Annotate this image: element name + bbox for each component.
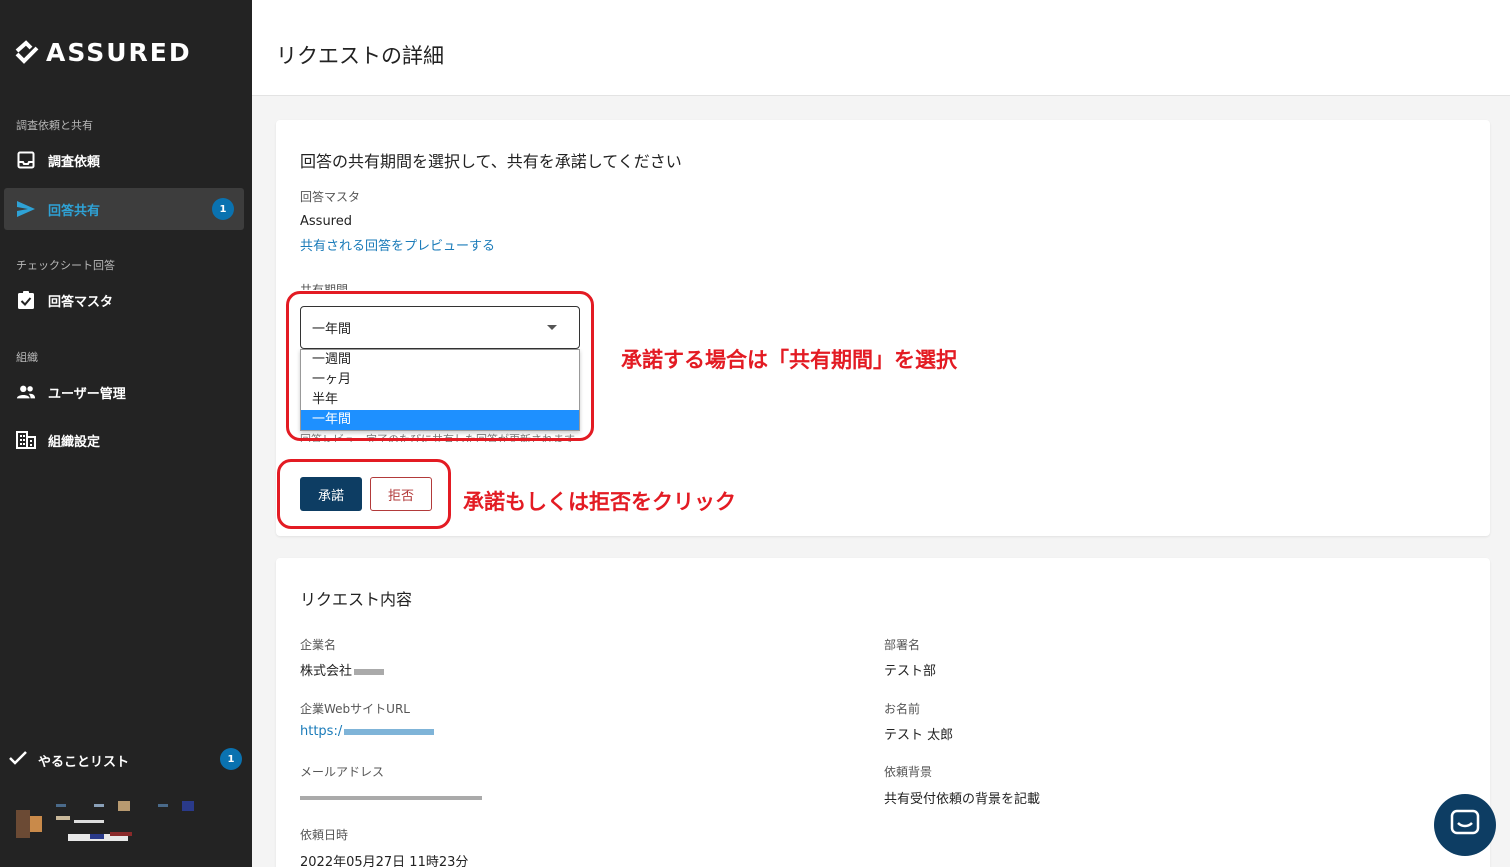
department-label: 部署名 bbox=[884, 638, 921, 652]
background-value: 共有受付依頼の背景を記載 bbox=[884, 792, 1041, 807]
request-date-label: 依頼日時 bbox=[300, 828, 349, 842]
chat-support-button[interactable] bbox=[1434, 794, 1496, 856]
request-details-card: リクエスト内容 企業名 株式会社 部署名 テスト部 企業WebサイトURL ht… bbox=[276, 558, 1490, 867]
share-card-title: 回答の共有期間を選択して、共有を承諾してください bbox=[300, 152, 682, 171]
page-title: リクエストの詳細 bbox=[276, 44, 444, 68]
request-date-value: 2022年05月27日 11時23分 bbox=[300, 855, 469, 867]
website-link[interactable]: https:/ bbox=[300, 724, 435, 739]
share-period-label: 共有期間 bbox=[300, 283, 349, 290]
brand-name: ASSURED bbox=[46, 38, 192, 67]
send-icon bbox=[16, 199, 36, 219]
annotation-box-select bbox=[286, 291, 594, 441]
notification-badge: 1 bbox=[212, 198, 234, 220]
redacted-text bbox=[344, 728, 435, 735]
name-label: お名前 bbox=[884, 702, 921, 716]
name-value: テスト 太郎 bbox=[884, 728, 954, 743]
annotation-select-note: 承諾する場合は「共有期間」を選択 bbox=[621, 348, 957, 372]
todo-badge: 1 bbox=[220, 748, 242, 770]
building-icon bbox=[16, 430, 36, 450]
page-header: リクエストの詳細 bbox=[252, 0, 1510, 96]
user-account-redacted[interactable] bbox=[16, 798, 206, 846]
sidebar-item-requests[interactable]: 調査依頼 bbox=[4, 139, 244, 181]
company-label: 企業名 bbox=[300, 638, 337, 652]
section-label-checksheet: チェックシート回答 bbox=[16, 259, 115, 272]
sidebar-item-label: 回答共有 bbox=[48, 203, 101, 219]
department-value: テスト部 bbox=[884, 664, 937, 679]
checkmark-icon bbox=[8, 750, 28, 770]
section-label-org: 組織 bbox=[16, 351, 38, 364]
preview-answers-link[interactable]: 共有される回答をプレビューする bbox=[300, 235, 495, 254]
email-label: メールアドレス bbox=[300, 765, 385, 779]
annotation-box-buttons bbox=[277, 459, 451, 529]
brand-logo[interactable]: ASSURED bbox=[14, 38, 192, 67]
sidebar-item-label: 組織設定 bbox=[48, 434, 101, 450]
company-name: 株式会社 bbox=[300, 664, 353, 679]
section-label-request: 調査依頼と共有 bbox=[16, 119, 93, 132]
sidebar-item-user-management[interactable]: ユーザー管理 bbox=[4, 371, 244, 413]
website-label: 企業WebサイトURL bbox=[300, 702, 410, 716]
answer-master-label: 回答マスタ bbox=[300, 190, 361, 204]
sidebar-item-label: 調査依頼 bbox=[48, 154, 101, 170]
users-icon bbox=[16, 382, 36, 402]
company-value: 株式会社 bbox=[300, 660, 385, 679]
sidebar-item-label: 回答マスタ bbox=[48, 294, 114, 310]
sidebar: ASSURED 調査依頼と共有 調査依頼 回答共有 1 チェックシート回答 回答… bbox=[0, 0, 252, 867]
chat-icon bbox=[1450, 809, 1480, 841]
redacted-text bbox=[300, 795, 482, 800]
logo-mark-icon bbox=[14, 39, 40, 66]
sidebar-item-answer-master[interactable]: 回答マスタ bbox=[4, 279, 244, 321]
clipboard-check-icon bbox=[16, 290, 36, 310]
request-card-title: リクエスト内容 bbox=[300, 590, 413, 609]
email-value-redacted bbox=[298, 790, 482, 805]
website-url: https:/ bbox=[300, 724, 343, 739]
sidebar-item-org-settings[interactable]: 組織設定 bbox=[4, 419, 244, 461]
sidebar-item-answer-share[interactable]: 回答共有 1 bbox=[4, 188, 244, 230]
todo-list[interactable]: やることリスト 1 bbox=[8, 748, 244, 772]
redacted-text bbox=[354, 668, 385, 675]
inbox-icon bbox=[16, 150, 36, 170]
background-label: 依頼背景 bbox=[884, 765, 933, 779]
todo-label: やることリスト bbox=[38, 754, 130, 770]
annotation-button-note: 承諾もしくは拒否をクリック bbox=[463, 490, 736, 514]
sidebar-item-label: ユーザー管理 bbox=[48, 386, 126, 402]
answer-master-value: Assured bbox=[300, 214, 352, 229]
